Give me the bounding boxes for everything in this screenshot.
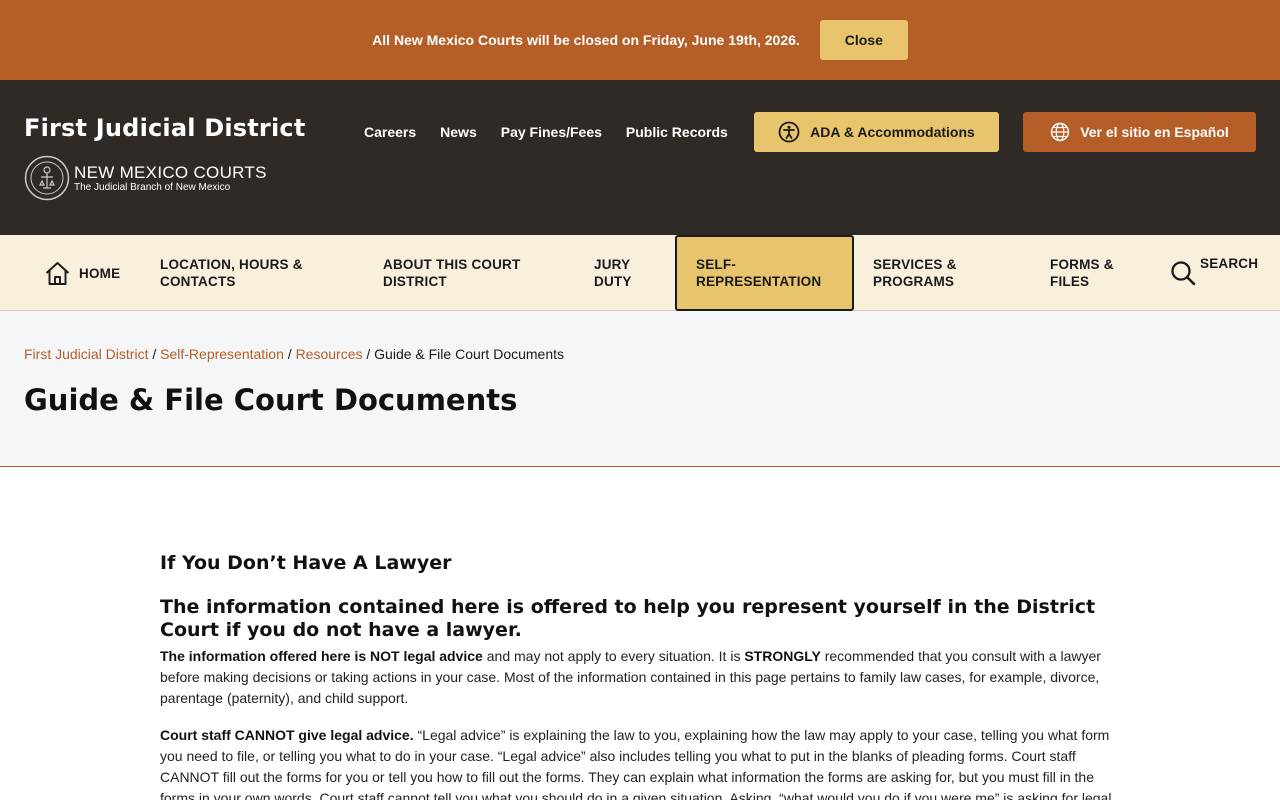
breadcrumb-separator: /	[366, 346, 371, 362]
paragraph-not-legal-advice: The information offered here is NOT lega…	[160, 646, 1116, 709]
nav-forms-line2: FILES	[1050, 274, 1090, 289]
nav-item-location[interactable]: LOCATION, HOURS & CONTACTS	[160, 235, 303, 311]
breadcrumb-link-first-judicial[interactable]: First Judicial District	[24, 346, 148, 362]
nav-item-jury[interactable]: JURY DUTY	[594, 235, 632, 311]
nm-courts-logo[interactable]: NEW MEXICO COURTS The Judicial Branch of…	[24, 155, 267, 201]
globe-icon	[1050, 122, 1070, 142]
spanish-label: Ver el sitio en Español	[1080, 124, 1229, 140]
nav-item-home[interactable]: HOME	[44, 235, 120, 311]
nav-about-line2: DISTRICT	[383, 274, 447, 289]
page-heading-section: First Judicial District / Self-Represent…	[0, 311, 1280, 467]
nav-item-about[interactable]: ABOUT THIS COURT DISTRICT	[383, 235, 520, 311]
heading-information: The information contained here is offere…	[160, 596, 1096, 641]
brand-subtitle: The Judicial Branch of New Mexico	[74, 181, 231, 193]
nav-jury-line2: DUTY	[594, 274, 632, 289]
closure-alert-banner: All New Mexico Courts will be closed on …	[0, 0, 1280, 80]
ada-label: ADA & Accommodations	[810, 124, 975, 140]
nav-about-line1: ABOUT THIS COURT	[383, 257, 521, 272]
nav-home-label: HOME	[79, 265, 121, 281]
breadcrumb-link-resources[interactable]: Resources	[296, 346, 363, 362]
nav-item-self-representation[interactable]: SELF- REPRESENTATION	[675, 235, 854, 311]
breadcrumb-current: Guide & File Court Documents	[374, 346, 565, 362]
nav-search-button[interactable]: SEARCH	[1170, 245, 1258, 301]
nav-item-services[interactable]: SERVICES & PROGRAMS	[873, 235, 957, 311]
ada-accommodations-button[interactable]: ADA & Accommodations	[754, 112, 999, 152]
home-icon	[45, 261, 70, 285]
brand-name: NEW MEXICO COURTS	[74, 162, 267, 182]
breadcrumb-separator: /	[152, 346, 157, 362]
nav-selfrep-line2: REPRESENTATION	[696, 274, 822, 289]
util-link-public-records[interactable]: Public Records	[626, 124, 728, 140]
util-link-careers[interactable]: Careers	[364, 124, 416, 140]
p1-bold-strongly: STRONGLY	[744, 648, 821, 664]
p2-bold: Court staff CANNOT give legal advice.	[160, 727, 414, 743]
nav-location-line1: LOCATION, HOURS &	[160, 257, 303, 272]
breadcrumb-separator: /	[287, 346, 292, 362]
util-link-news[interactable]: News	[440, 124, 477, 140]
nav-item-forms[interactable]: FORMS & FILES	[1050, 235, 1114, 311]
util-link-pay-fines[interactable]: Pay Fines/Fees	[501, 124, 602, 140]
site-header: First Judicial District NEW MEXICO COURT…	[0, 80, 1280, 235]
main-nav: HOME LOCATION, HOURS & CONTACTS ABOUT THI…	[0, 235, 1280, 311]
search-icon	[1171, 261, 1196, 286]
court-seal-icon	[24, 155, 70, 201]
breadcrumb: First Judicial District / Self-Represent…	[24, 346, 564, 362]
main-content: If You Don’t Have A Lawyer The informati…	[0, 467, 1280, 800]
spanish-site-button[interactable]: Ver el sitio en Español	[1023, 112, 1256, 152]
nav-search-label: SEARCH	[1200, 256, 1259, 271]
nav-services-line1: SERVICES &	[873, 257, 957, 272]
p1-bold: The information offered here is NOT lega…	[160, 648, 483, 664]
utility-nav: Careers News Pay Fines/Fees Public Recor…	[364, 124, 728, 140]
nav-services-line2: PROGRAMS	[873, 274, 955, 289]
page-title: Guide & File Court Documents	[24, 383, 518, 417]
alert-close-button[interactable]: Close	[819, 20, 908, 60]
accessibility-icon	[778, 121, 800, 143]
p1-text-a: and may not apply to every situation. It…	[482, 648, 745, 664]
heading-no-lawyer: If You Don’t Have A Lawyer	[160, 552, 452, 574]
nav-jury-line1: JURY	[594, 257, 631, 272]
paragraph-staff-no-advice: Court staff CANNOT give legal advice. “L…	[160, 725, 1116, 800]
alert-message: All New Mexico Courts will be closed on …	[372, 32, 800, 48]
breadcrumb-link-self-representation[interactable]: Self-Representation	[160, 346, 284, 362]
nav-location-line2: CONTACTS	[160, 274, 236, 289]
site-title-link[interactable]: First Judicial District	[24, 114, 306, 142]
nav-selfrep-line1: SELF-	[696, 257, 736, 272]
nav-forms-line1: FORMS &	[1050, 257, 1114, 272]
